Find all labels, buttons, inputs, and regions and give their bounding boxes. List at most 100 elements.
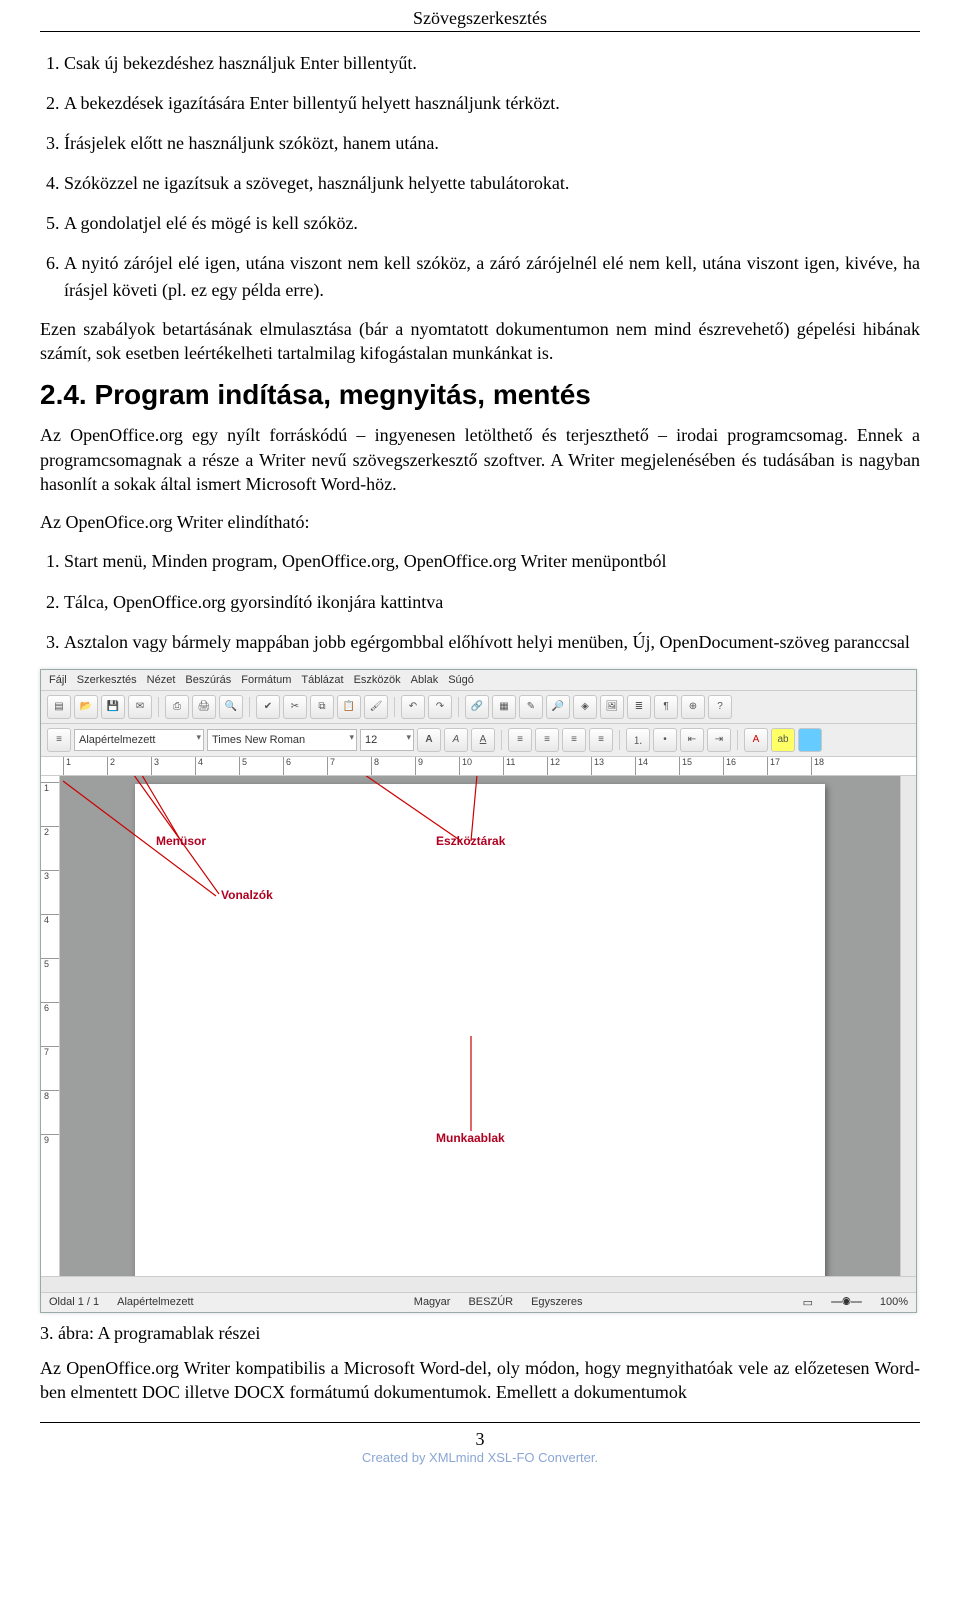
format-paint-icon[interactable]: 🖌 bbox=[364, 695, 388, 719]
open-icon[interactable]: 📂 bbox=[74, 695, 98, 719]
paper-viewport[interactable] bbox=[60, 776, 900, 1276]
find-icon[interactable]: 🔎 bbox=[546, 695, 570, 719]
spellcheck-icon[interactable]: ✔ bbox=[256, 695, 280, 719]
redo-icon[interactable]: ↷ bbox=[428, 695, 452, 719]
menu-view[interactable]: Nézet bbox=[147, 674, 176, 686]
save-icon[interactable]: 💾 bbox=[101, 695, 125, 719]
vertical-ruler[interactable]: 1 2 3 4 5 6 7 8 9 bbox=[41, 776, 60, 1276]
status-style: Alapértelmezett bbox=[117, 1296, 193, 1309]
launch-method-item: Tálca, OpenOffice.org gyorsindító ikonjá… bbox=[64, 589, 920, 615]
ruler-tick: 17 bbox=[767, 757, 811, 775]
vertical-scrollbar[interactable] bbox=[900, 776, 916, 1276]
font-name-combo[interactable]: Times New Roman bbox=[207, 729, 357, 751]
background-color-icon[interactable] bbox=[798, 728, 822, 752]
bullets-icon[interactable]: • bbox=[653, 728, 677, 752]
toolbar-separator bbox=[458, 697, 459, 717]
bold-icon[interactable]: A bbox=[417, 728, 441, 752]
table-icon[interactable]: ▦ bbox=[492, 695, 516, 719]
ruler-tick: 6 bbox=[283, 757, 327, 775]
status-zoom[interactable]: 100% bbox=[880, 1296, 908, 1309]
page-header: Szövegszerkesztés bbox=[40, 0, 920, 32]
horizontal-ruler[interactable]: 1 2 3 4 5 6 7 8 9 10 11 12 13 14 15 16 1… bbox=[41, 757, 916, 776]
menu-file[interactable]: Fájl bbox=[49, 674, 67, 686]
font-color-icon[interactable]: A bbox=[744, 728, 768, 752]
ruler-tick: 3 bbox=[41, 870, 59, 914]
align-center-icon[interactable]: ≡ bbox=[535, 728, 559, 752]
align-right-icon[interactable]: ≡ bbox=[562, 728, 586, 752]
menu-window[interactable]: Ablak bbox=[411, 674, 439, 686]
align-justify-icon[interactable]: ≡ bbox=[589, 728, 613, 752]
email-icon[interactable]: ✉ bbox=[128, 695, 152, 719]
hyperlink-icon[interactable]: 🔗 bbox=[465, 695, 489, 719]
ruler-tick: 13 bbox=[591, 757, 635, 775]
launch-methods-list: Start menü, Minden program, OpenOffice.o… bbox=[40, 548, 920, 654]
paragraph-style-combo[interactable]: Alapértelmezett bbox=[74, 729, 204, 751]
menu-insert[interactable]: Beszúrás bbox=[185, 674, 231, 686]
font-size-combo[interactable]: 12 bbox=[360, 729, 414, 751]
standard-toolbar[interactable]: ▤ 📂 💾 ✉ ⎙ 🖨 🔍 ✔ ✂ ⧉ 📋 🖌 ↶ ↷ 🔗 ▦ bbox=[41, 691, 916, 724]
preview-icon[interactable]: 🔍 bbox=[219, 695, 243, 719]
status-selection-mode[interactable]: Egyszeres bbox=[531, 1296, 582, 1309]
increase-indent-icon[interactable]: ⇥ bbox=[707, 728, 731, 752]
align-left-icon[interactable]: ≡ bbox=[508, 728, 532, 752]
zoom-icon[interactable]: ⊕ bbox=[681, 695, 705, 719]
oo-launch-intro: Az OpenOfice.org Writer elindítható: bbox=[40, 510, 920, 534]
highlight-icon[interactable]: ab bbox=[771, 728, 795, 752]
gallery-icon[interactable]: 🖼 bbox=[600, 695, 624, 719]
ruler-tick: 16 bbox=[723, 757, 767, 775]
decrease-indent-icon[interactable]: ⇤ bbox=[680, 728, 704, 752]
ruler-tick: 3 bbox=[151, 757, 195, 775]
paste-icon[interactable]: 📋 bbox=[337, 695, 361, 719]
zoom-slider[interactable]: ⎯⎯◉⎯⎯ bbox=[831, 1296, 862, 1309]
rule-item: Írásjelek előtt ne használjunk szóközt, … bbox=[64, 130, 920, 156]
horizontal-scrollbar[interactable] bbox=[41, 1276, 916, 1292]
underline-icon[interactable]: A bbox=[471, 728, 495, 752]
ruler-tick: 2 bbox=[107, 757, 151, 775]
new-doc-icon[interactable]: ▤ bbox=[47, 695, 71, 719]
italic-icon[interactable]: A bbox=[444, 728, 468, 752]
converter-credit: Created by XMLmind XSL-FO Converter. bbox=[40, 1450, 920, 1465]
ruler-tick: 9 bbox=[41, 1134, 59, 1178]
menu-help[interactable]: Súgó bbox=[448, 674, 474, 686]
launch-method-item: Asztalon vagy bármely mappában jobb egér… bbox=[64, 629, 920, 655]
menu-format[interactable]: Formátum bbox=[241, 674, 291, 686]
ruler-tick: 4 bbox=[41, 914, 59, 958]
menu-tools[interactable]: Eszközök bbox=[354, 674, 401, 686]
rule-item: Szóközzel ne igazítsuk a szöveget, haszn… bbox=[64, 170, 920, 196]
ruler-tick: 6 bbox=[41, 1002, 59, 1046]
numbering-icon[interactable]: ⒈ bbox=[626, 728, 650, 752]
formatting-toolbar[interactable]: ≡ Alapértelmezett Times New Roman 12 A A… bbox=[41, 724, 916, 757]
status-insert-mode[interactable]: BESZÚR bbox=[468, 1296, 513, 1309]
footer-separator bbox=[40, 1422, 920, 1423]
view-layout-icon[interactable]: ▭ bbox=[803, 1296, 813, 1309]
statusbar: Oldal 1 / 1 Alapértelmezett Magyar BESZÚ… bbox=[41, 1292, 916, 1312]
status-language: Magyar bbox=[414, 1296, 451, 1309]
copy-icon[interactable]: ⧉ bbox=[310, 695, 334, 719]
ruler-tick: 1 bbox=[63, 757, 107, 775]
toolbar-separator bbox=[737, 730, 738, 750]
rule-item: A nyitó zárójel elé igen, utána viszont … bbox=[64, 250, 920, 302]
writer-window: Fájl Szerkesztés Nézet Beszúrás Formátum… bbox=[40, 669, 917, 1313]
ruler-tick: 10 bbox=[459, 757, 503, 775]
page-number: 3 bbox=[40, 1429, 920, 1450]
ruler-tick: 4 bbox=[195, 757, 239, 775]
cut-icon[interactable]: ✂ bbox=[283, 695, 307, 719]
document-page[interactable] bbox=[135, 784, 825, 1276]
datasource-icon[interactable]: ≣ bbox=[627, 695, 651, 719]
menu-edit[interactable]: Szerkesztés bbox=[77, 674, 137, 686]
menubar[interactable]: Fájl Szerkesztés Nézet Beszúrás Formátum… bbox=[41, 670, 916, 691]
pdf-export-icon[interactable]: ⎙ bbox=[165, 695, 189, 719]
ruler-tick: 8 bbox=[371, 757, 415, 775]
navigator-icon[interactable]: ◈ bbox=[573, 695, 597, 719]
ruler-tick: 15 bbox=[679, 757, 723, 775]
rule-item: Csak új bekezdéshez használjuk Enter bil… bbox=[64, 50, 920, 76]
undo-icon[interactable]: ↶ bbox=[401, 695, 425, 719]
ruler-tick: 5 bbox=[239, 757, 283, 775]
nonprinting-icon[interactable]: ¶ bbox=[654, 695, 678, 719]
ruler-tick: 14 bbox=[635, 757, 679, 775]
print-icon[interactable]: 🖨 bbox=[192, 695, 216, 719]
styles-window-icon[interactable]: ≡ bbox=[47, 728, 71, 752]
drawing-icon[interactable]: ✎ bbox=[519, 695, 543, 719]
help-icon[interactable]: ? bbox=[708, 695, 732, 719]
menu-table[interactable]: Táblázat bbox=[301, 674, 343, 686]
